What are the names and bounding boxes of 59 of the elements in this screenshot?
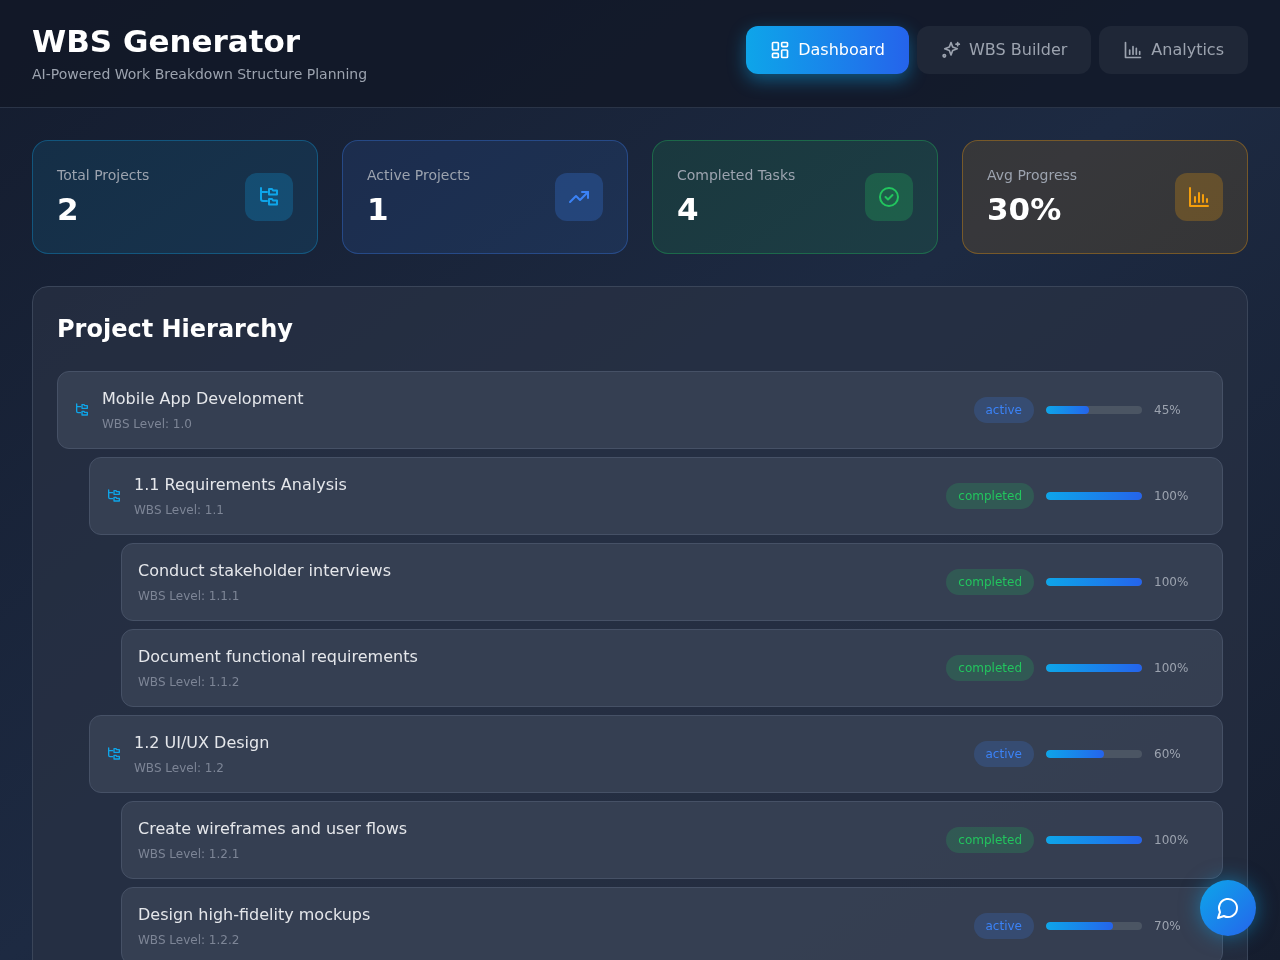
bar-chart-icon [1187,185,1211,209]
folder-tree-icon [106,746,122,762]
progress-percent: 70% [1154,918,1182,935]
sparkle-icon [941,39,961,60]
item-name: Mobile App Development [102,388,304,410]
stat-label: Completed Tasks [677,166,796,185]
stat-value: 2 [57,190,80,229]
wbs-level: WBS Level: 1.1 [134,502,225,519]
progress-percent: 100% [1154,660,1190,677]
app-title: WBS Generator [32,21,302,61]
stat-label: Active Projects [367,166,470,185]
item-name: 1.2 UI/UX Design [134,732,270,754]
hierarchy-row[interactable]: Design high-fidelity mockups WBS Level: 1.2.2 active 70% [121,887,1223,960]
progress-percent: 60% [1154,746,1182,763]
nav-tab[interactable]: Analytics [1099,25,1248,74]
folder-tree-icon [74,402,90,418]
item-name: Create wireframes and user flows [138,818,408,840]
nav-tab[interactable]: Dashboard [746,25,909,74]
status-badge: completed [946,827,1034,853]
progress-percent: 100% [1154,832,1190,849]
item-name: 1.1 Requirements Analysis [134,474,347,496]
hierarchy-row[interactable]: Create wireframes and user flows WBS Level: 1.2.1 completed 100% [121,801,1223,879]
item-name: Document functional requirements [138,646,418,668]
status-badge: completed [946,483,1034,509]
item-name: Conduct stakeholder interviews [138,560,391,582]
folder-tree-icon [257,185,281,209]
section-title: Project Hierarchy [57,314,294,345]
stat-label: Total Projects [57,166,150,185]
progress-percent: 45% [1154,402,1182,419]
folder-tree-icon [106,488,122,504]
status-badge: active [973,913,1034,939]
status-badge: completed [946,655,1034,681]
hierarchy-row[interactable]: Mobile App Development WBS Level: 1.0 active 45% [57,371,1223,449]
check-circle-icon [877,185,901,209]
status-badge: active [973,397,1034,423]
hierarchy-row[interactable]: Conduct stakeholder interviews WBS Level: 1.1.1 completed 100% [121,543,1223,621]
progress-percent: 100% [1154,488,1190,505]
status-badge: active [973,741,1034,767]
stat-label: Avg Progress [987,166,1078,185]
stat-value: 4 [677,190,700,229]
hierarchy-row[interactable]: 1.1 Requirements Analysis WBS Level: 1.1 completed 100% [89,457,1223,535]
wbs-level: WBS Level: 1.2.1 [138,846,241,863]
wbs-level: WBS Level: 1.2 [134,760,225,777]
nav-tab[interactable]: WBS Builder [917,25,1092,74]
stat-value: 1 [367,190,390,229]
wbs-level: WBS Level: 1.0 [102,416,193,433]
hierarchy-row[interactable]: 1.2 UI/UX Design WBS Level: 1.2 active 60% [89,715,1223,793]
wbs-level: WBS Level: 1.2.2 [138,932,241,949]
wbs-level: WBS Level: 1.1.1 [138,588,241,605]
bar-chart-icon [1123,39,1144,60]
grid-icon [770,39,791,60]
chat-icon [1216,896,1240,920]
progress-percent: 100% [1154,574,1190,591]
stat-value: 30% [987,190,1063,229]
app-subtitle: AI-Powered Work Breakdown Structure Planning [32,65,368,85]
hierarchy-row[interactable]: Document functional requirements WBS Level: 1.1.2 completed 100% [121,629,1223,707]
status-badge: completed [946,569,1034,595]
item-name: Design high-fidelity mockups [138,904,371,926]
wbs-level: WBS Level: 1.1.2 [138,674,241,691]
